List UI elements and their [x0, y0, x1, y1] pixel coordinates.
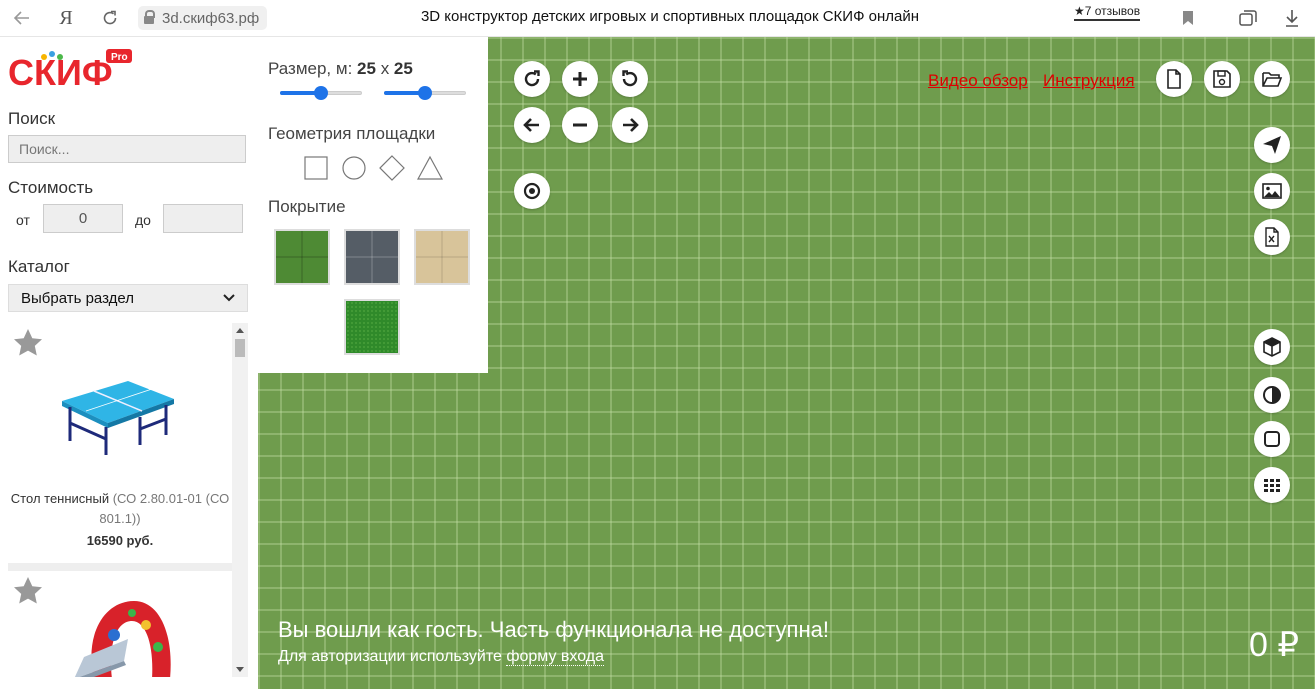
folder-open-icon [1262, 72, 1283, 87]
open-project-button[interactable] [1254, 61, 1290, 97]
plus-icon [573, 72, 587, 86]
cover-lawn[interactable] [344, 299, 400, 355]
square-icon [1264, 431, 1280, 447]
cost-to-input[interactable] [163, 204, 243, 233]
catalog-list[interactable]: Стол теннисный (СО 2.80.01-01 (СО 801.1)… [8, 323, 248, 677]
cost-to-label: до [135, 212, 151, 228]
triangle-shape-icon[interactable] [417, 155, 443, 181]
product-card[interactable] [8, 571, 232, 677]
size-x-slider[interactable] [280, 86, 362, 100]
minus-icon [573, 123, 587, 127]
guest-message: Вы вошли как гость. Часть функционала не… [278, 617, 829, 642]
scroll-thumb[interactable] [235, 339, 245, 357]
catalog-select[interactable]: Выбрать раздел [8, 284, 248, 312]
cost-label: Стоимость [8, 178, 94, 197]
diamond-shape-icon[interactable] [379, 155, 405, 181]
excel-file-icon [1265, 227, 1279, 247]
skif-logo[interactable]: СКИФ Pro [8, 47, 138, 95]
product-name[interactable]: Стол теннисный (СО 2.80.01-01 (СО 801.1)… [8, 489, 232, 529]
search-label: Поиск [8, 109, 56, 128]
center-view-button[interactable] [514, 173, 550, 209]
target-icon [523, 182, 541, 200]
total-price: 0 ₽ [1249, 626, 1299, 664]
instruction-link[interactable]: Инструкция [1043, 71, 1135, 91]
address-text: 3d.скиф63.рф [162, 9, 260, 27]
favorite-star-icon[interactable] [12, 575, 44, 607]
view-3d-button[interactable] [1254, 329, 1290, 365]
playground-slide-image[interactable] [74, 595, 174, 677]
arrow-right-icon [623, 118, 639, 132]
logo-badge: Pro [111, 52, 128, 63]
favorite-star-icon[interactable] [12, 327, 44, 359]
scroll-down-icon[interactable] [236, 667, 244, 672]
grid-icon [1264, 479, 1280, 492]
cover-label: Покрытие [268, 197, 346, 216]
circle-shape-icon[interactable] [341, 155, 367, 181]
paper-plane-icon [1263, 136, 1281, 154]
screenshot-button[interactable] [1254, 173, 1290, 209]
save-icon [1213, 70, 1231, 88]
config-panel: Размер, м: 25 x 25 Геометрия площадки По… [258, 37, 488, 373]
download-icon[interactable] [1280, 6, 1304, 30]
reviews-link[interactable]: ★7 отзывов [1074, 4, 1141, 21]
product-card[interactable]: Стол теннисный (СО 2.80.01-01 (СО 801.1)… [8, 323, 232, 563]
cover-rubber-gray[interactable] [344, 229, 400, 285]
cover-sand[interactable] [414, 229, 470, 285]
zoom-out-button[interactable] [562, 107, 598, 143]
cover-grass-tiles[interactable] [274, 229, 330, 285]
arrow-left-icon [523, 118, 539, 132]
size-label: Размер, м: 25 x 25 [268, 59, 413, 78]
send-button[interactable] [1254, 127, 1290, 163]
contrast-button[interactable] [1254, 377, 1290, 413]
login-form-link[interactable]: форму входа [506, 648, 605, 666]
file-icon [1167, 69, 1181, 89]
new-project-button[interactable] [1156, 61, 1192, 97]
catalog-select-value: Выбрать раздел [21, 289, 134, 307]
rotate-ccw-button[interactable] [612, 61, 648, 97]
catalog-scrollbar[interactable] [232, 323, 248, 677]
reload-icon[interactable] [98, 6, 122, 30]
contrast-icon [1263, 386, 1281, 404]
search-input[interactable] [8, 135, 246, 163]
size-y-slider[interactable] [384, 86, 466, 100]
scroll-up-icon[interactable] [236, 328, 244, 333]
export-excel-button[interactable] [1254, 219, 1290, 255]
zoom-in-button[interactable] [562, 61, 598, 97]
video-review-link[interactable]: Видео обзор [928, 71, 1028, 91]
move-right-button[interactable] [612, 107, 648, 143]
cost-from-label: от [16, 212, 30, 228]
frame-button[interactable] [1254, 421, 1290, 457]
collections-icon[interactable] [1236, 6, 1260, 30]
square-shape-icon[interactable] [303, 155, 329, 181]
rotate-cw-icon [524, 70, 540, 87]
image-icon [1262, 183, 1282, 199]
address-bar[interactable]: 3d.скиф63.рф [138, 6, 268, 30]
page-title: 3D конструктор детских игровых и спортив… [420, 8, 920, 25]
bookmark-icon[interactable] [1176, 6, 1200, 30]
catalog-label: Каталог [8, 257, 70, 276]
slider-handle[interactable] [314, 86, 328, 100]
move-left-button[interactable] [514, 107, 550, 143]
chevron-down-icon [223, 294, 235, 302]
yandex-logo-icon[interactable]: Я [54, 6, 78, 30]
slider-handle[interactable] [418, 86, 432, 100]
save-button[interactable] [1204, 61, 1240, 97]
rotate-ccw-icon [622, 70, 638, 87]
auth-hint: Для авторизации используйте форму входа [278, 648, 605, 666]
back-arrow-icon[interactable] [10, 6, 34, 30]
sidebar: СКИФ Pro Поиск Стоимость от до Каталог В… [0, 37, 258, 689]
geometry-label: Геометрия площадки [268, 124, 436, 143]
rotate-cw-button[interactable] [514, 61, 550, 97]
grid-button[interactable] [1254, 467, 1290, 503]
cube-icon [1263, 337, 1281, 357]
lock-icon [144, 10, 155, 24]
table-tennis-image[interactable] [56, 367, 180, 457]
product-price: 16590 руб. [86, 533, 154, 548]
cost-from-input[interactable] [43, 204, 123, 233]
browser-toolbar: Я 3d.скиф63.рф 3D конструктор детских иг… [0, 0, 1315, 37]
